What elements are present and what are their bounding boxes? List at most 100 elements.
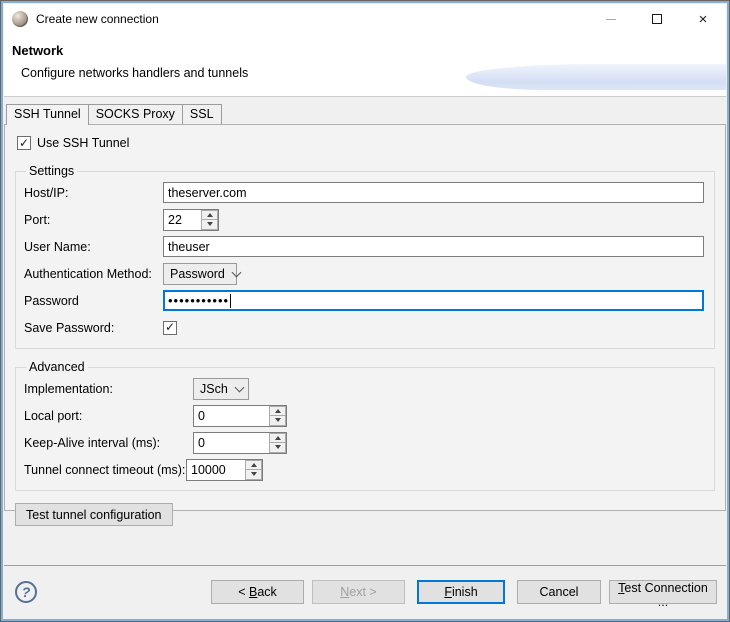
create-connection-dialog: Create new connection × Network Configur…	[0, 0, 730, 622]
implementation-row: Implementation: JSch	[24, 375, 704, 402]
arrow-up-icon	[251, 463, 257, 467]
text-cursor	[230, 294, 231, 308]
tunnel-timeout-input[interactable]	[187, 460, 245, 480]
implementation-label: Implementation:	[24, 382, 193, 396]
local-port-decrement-button[interactable]	[269, 416, 286, 426]
password-row: Password •••••••••••	[24, 287, 704, 314]
arrow-down-icon	[275, 445, 281, 449]
tab-ssl[interactable]: SSL	[182, 104, 222, 124]
user-name-input[interactable]	[163, 236, 704, 257]
local-port-input[interactable]	[194, 406, 269, 426]
tunnel-timeout-decrement-button[interactable]	[245, 470, 262, 480]
title-bar: Create new connection ×	[4, 4, 726, 34]
arrow-down-icon	[251, 472, 257, 476]
local-port-row: Local port:	[24, 402, 704, 429]
settings-group-title: Settings	[26, 164, 77, 178]
keep-alive-input[interactable]	[194, 433, 269, 453]
maximize-button[interactable]	[634, 4, 680, 34]
next-button: Next >	[312, 580, 405, 604]
tunnel-timeout-increment-button[interactable]	[245, 460, 262, 471]
settings-group: Settings Host/IP: Port:	[15, 164, 715, 349]
port-row: Port:	[24, 206, 704, 233]
port-increment-button[interactable]	[201, 210, 218, 221]
minimize-button[interactable]	[588, 4, 634, 34]
cancel-button[interactable]: Cancel	[517, 580, 601, 604]
auth-method-row: Authentication Method: Password	[24, 260, 704, 287]
tunnel-timeout-spinner	[186, 459, 263, 481]
save-password-checkbox[interactable]: ✓	[163, 321, 177, 335]
close-button[interactable]: ×	[680, 4, 726, 34]
host-row: Host/IP:	[24, 179, 704, 206]
keep-alive-spin-buttons	[269, 433, 286, 453]
use-ssh-tunnel-label: Use SSH Tunnel	[37, 136, 129, 150]
advanced-group: Advanced Implementation: JSch Local port…	[15, 360, 715, 491]
checkmark-icon: ✓	[165, 321, 175, 333]
keep-alive-row: Keep-Alive interval (ms):	[24, 429, 704, 456]
spacer	[4, 511, 726, 565]
window-controls: ×	[588, 4, 726, 34]
arrow-down-icon	[207, 222, 213, 226]
tunnel-timeout-row: Tunnel connect timeout (ms):	[24, 456, 704, 483]
implementation-select[interactable]: JSch	[193, 378, 249, 400]
local-port-spin-buttons	[269, 406, 286, 426]
dialog-buttons: < Back Next > Finish Cancel Test Connect…	[211, 580, 717, 604]
auth-method-label: Authentication Method:	[24, 267, 163, 281]
use-ssh-tunnel-checkbox[interactable]: ✓	[17, 136, 31, 150]
tab-ssh-tunnel[interactable]: SSH Tunnel	[6, 104, 89, 125]
tunnel-timeout-spin-buttons	[245, 460, 262, 480]
tab-socks-proxy[interactable]: SOCKS Proxy	[88, 104, 183, 124]
port-spinner	[163, 209, 219, 231]
page-subtitle: Configure networks handlers and tunnels	[21, 66, 248, 80]
arrow-up-icon	[207, 213, 213, 217]
ssh-tunnel-panel: ✓ Use SSH Tunnel Settings Host/IP: Port:	[4, 124, 726, 511]
maximize-icon	[652, 14, 662, 24]
password-label: Password	[24, 294, 163, 308]
wizard-banner: Network Configure networks handlers and …	[4, 34, 726, 97]
arrow-down-icon	[275, 418, 281, 422]
main-area: SSH Tunnel SOCKS Proxy SSL ✓ Use SSH Tun…	[4, 97, 726, 565]
port-input[interactable]	[164, 210, 201, 230]
keep-alive-increment-button[interactable]	[269, 433, 286, 444]
banner-swoosh-decoration	[466, 64, 726, 90]
port-decrement-button[interactable]	[201, 220, 218, 230]
auth-method-value: Password	[170, 267, 225, 281]
keep-alive-label: Keep-Alive interval (ms):	[24, 436, 193, 450]
password-masked-value: •••••••••••	[168, 294, 229, 307]
keep-alive-spinner	[193, 432, 287, 454]
checkmark-icon: ✓	[19, 137, 29, 149]
save-password-row: Save Password: ✓	[24, 314, 704, 341]
back-button[interactable]: < Back	[211, 580, 304, 604]
local-port-spinner	[193, 405, 287, 427]
advanced-group-title: Advanced	[26, 360, 88, 374]
keep-alive-decrement-button[interactable]	[269, 443, 286, 453]
test-connection-button[interactable]: Test Connection ...	[609, 580, 717, 604]
window-title: Create new connection	[36, 12, 159, 26]
tunnel-timeout-label: Tunnel connect timeout (ms):	[24, 463, 186, 477]
help-icon: ?	[22, 584, 31, 600]
use-ssh-tunnel-row: ✓ Use SSH Tunnel	[17, 133, 715, 153]
port-spin-buttons	[201, 210, 218, 230]
chevron-down-icon	[234, 382, 244, 392]
host-input[interactable]	[163, 182, 704, 203]
local-port-increment-button[interactable]	[269, 406, 286, 417]
host-label: Host/IP:	[24, 186, 163, 200]
password-input[interactable]: •••••••••••	[163, 290, 704, 311]
user-row: User Name:	[24, 233, 704, 260]
port-label: Port:	[24, 213, 163, 227]
arrow-up-icon	[275, 436, 281, 440]
globe-app-icon	[12, 11, 28, 27]
button-bar: ? < Back Next > Finish Cancel Test Conne…	[4, 566, 726, 618]
help-button[interactable]: ?	[15, 581, 37, 603]
local-port-label: Local port:	[24, 409, 193, 423]
close-icon: ×	[699, 12, 708, 27]
minimize-icon	[606, 19, 616, 20]
arrow-up-icon	[275, 409, 281, 413]
page-title: Network	[12, 43, 63, 58]
save-password-label: Save Password:	[24, 321, 163, 335]
implementation-value: JSch	[200, 382, 228, 396]
auth-method-select[interactable]: Password	[163, 263, 237, 285]
tab-bar: SSH Tunnel SOCKS Proxy SSL	[4, 104, 726, 124]
chevron-down-icon	[231, 267, 241, 277]
user-name-label: User Name:	[24, 240, 163, 254]
finish-button[interactable]: Finish	[417, 580, 505, 604]
